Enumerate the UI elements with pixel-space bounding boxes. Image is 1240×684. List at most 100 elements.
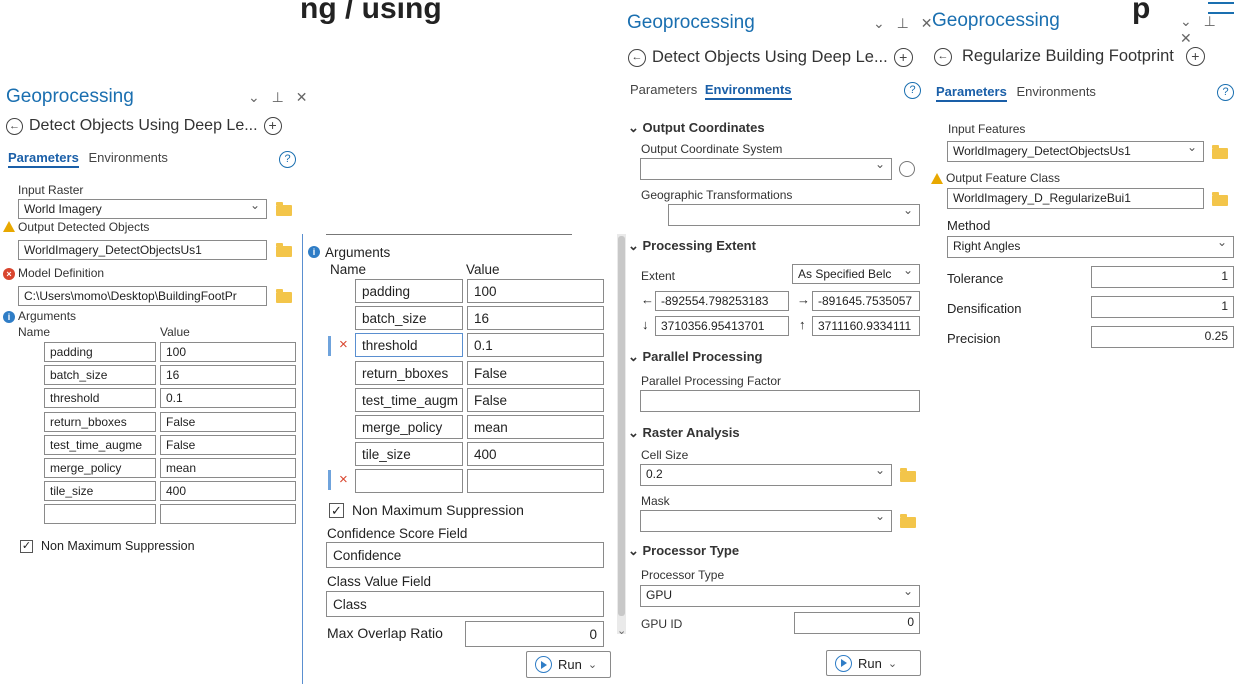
globe-icon[interactable]: [899, 161, 915, 177]
cell-size-select[interactable]: 0.2: [640, 464, 892, 486]
argument-name-cell[interactable]: return_bboxes: [355, 360, 463, 385]
folder-icon[interactable]: [900, 514, 916, 528]
argument-value-cell[interactable]: 100: [160, 342, 296, 362]
gpu-id-input[interactable]: 0: [794, 612, 920, 634]
run-button[interactable]: Run ⌄: [526, 651, 611, 678]
argument-value-cell[interactable]: 0.1: [160, 388, 296, 409]
model-definition-input[interactable]: C:\Users\momo\Desktop\BuildingFootPr: [18, 286, 267, 306]
add-icon[interactable]: +: [263, 117, 282, 135]
run-button[interactable]: Run ⌄: [826, 650, 921, 676]
tab-parameters[interactable]: Parameters: [8, 150, 79, 168]
argument-name-cell[interactable]: threshold: [44, 388, 156, 409]
argument-name-cell[interactable]: test_time_augme: [44, 434, 156, 455]
nms-checkbox[interactable]: ✓: [20, 540, 33, 553]
panel3-tool-name: Detect Objects Using Deep Le...: [652, 48, 888, 66]
processor-type-section[interactable]: ⌄ Processor Type: [628, 543, 739, 559]
help-icon[interactable]: ?: [279, 151, 296, 168]
input-raster-select[interactable]: World Imagery: [18, 199, 267, 219]
folder-icon[interactable]: [276, 202, 292, 216]
raster-analysis-section[interactable]: ⌄ Raster Analysis: [628, 425, 740, 441]
argument-name-cell[interactable]: merge_policy: [44, 458, 156, 478]
argument-value-cell[interactable]: mean: [467, 415, 604, 439]
scroll-down-icon[interactable]: ⌄: [617, 624, 626, 637]
argument-value-cell[interactable]: False: [467, 387, 604, 412]
argument-name-cell[interactable]: merge_policy: [355, 415, 463, 439]
extent-right-input[interactable]: -891645.7535057: [812, 291, 920, 311]
folder-icon[interactable]: [1212, 145, 1228, 159]
extent-top-input[interactable]: 3711160.9334111: [812, 316, 920, 336]
ppf-input[interactable]: [640, 390, 920, 412]
argument-name-cell[interactable]: return_bboxes: [44, 411, 156, 432]
argument-value-cell[interactable]: False: [467, 360, 604, 385]
argument-value-cell[interactable]: 100: [467, 279, 604, 303]
delete-row-icon[interactable]: ×: [339, 336, 348, 353]
densification-input[interactable]: 1: [1091, 296, 1234, 318]
argument-name-cell[interactable]: test_time_augm: [355, 387, 463, 412]
argument-value-cell[interactable]: [467, 469, 604, 494]
method-label: Method: [947, 218, 991, 233]
argument-value-cell[interactable]: False: [160, 434, 296, 455]
folder-icon[interactable]: [900, 468, 916, 482]
back-icon[interactable]: ←: [628, 48, 646, 67]
panel1-window-buttons[interactable]: ⌄ ⊥ ✕: [248, 89, 311, 106]
argument-name-cell[interactable]: [355, 469, 463, 494]
class-value-input[interactable]: Class: [326, 591, 604, 617]
panel4-window-buttons[interactable]: ⌄ ⊥ ✕: [1180, 13, 1240, 47]
tab-environments[interactable]: Environments: [88, 150, 167, 165]
help-icon[interactable]: ?: [904, 82, 921, 99]
argument-name-cell[interactable]: tile_size: [355, 442, 463, 467]
parallel-processing-section[interactable]: ⌄ Parallel Processing: [628, 349, 762, 365]
argument-value-cell[interactable]: False: [160, 411, 296, 432]
processing-extent-section[interactable]: ⌄ Processing Extent: [628, 238, 756, 254]
argument-value-cell[interactable]: 16: [467, 306, 604, 331]
argument-value-cell[interactable]: [160, 504, 296, 525]
input-features-select[interactable]: WorldImagery_DetectObjectsUs1: [947, 141, 1204, 162]
precision-input[interactable]: 0.25: [1091, 326, 1234, 348]
nms-label: Non Maximum Suppression: [41, 539, 195, 553]
folder-icon[interactable]: [276, 243, 292, 257]
output-coordinates-section[interactable]: ⌄ Output Coordinates: [628, 120, 765, 136]
scrollbar-thumb[interactable]: [618, 236, 625, 616]
help-icon[interactable]: ?: [1217, 84, 1234, 101]
argument-value-cell[interactable]: 0.1: [467, 333, 604, 358]
argument-name-cell[interactable]: [44, 504, 156, 525]
add-icon[interactable]: +: [893, 48, 913, 67]
tab-environments[interactable]: Environments: [704, 82, 792, 100]
back-icon[interactable]: ←: [6, 117, 23, 135]
method-select[interactable]: Right Angles: [947, 236, 1234, 258]
arrow-left-icon: ←: [641, 292, 654, 307]
argument-value-cell[interactable]: 400: [160, 481, 296, 502]
panel3-tool-header: ← Detect Objects Using Deep Le... +: [628, 48, 913, 67]
nms-checkbox[interactable]: ✓: [329, 503, 344, 518]
add-icon[interactable]: +: [1185, 47, 1205, 66]
argument-name-cell[interactable]: threshold: [355, 333, 463, 358]
ocs-select[interactable]: [640, 158, 892, 180]
mask-select[interactable]: [640, 510, 892, 532]
tab-parameters[interactable]: Parameters: [936, 84, 1007, 102]
folder-icon[interactable]: [1212, 192, 1228, 206]
delete-row-icon[interactable]: ×: [339, 471, 348, 488]
processor-type-select[interactable]: GPU: [640, 585, 920, 607]
tolerance-input[interactable]: 1: [1091, 266, 1234, 288]
extent-select[interactable]: As Specified Belc: [792, 264, 920, 284]
tab-parameters[interactable]: Parameters: [630, 82, 697, 97]
argument-value-cell[interactable]: 16: [160, 365, 296, 386]
confidence-input[interactable]: Confidence: [326, 542, 604, 568]
argument-name-cell[interactable]: tile_size: [44, 481, 156, 502]
argument-name-cell[interactable]: padding: [44, 342, 156, 362]
folder-icon[interactable]: [276, 289, 292, 303]
output-feature-class-input[interactable]: WorldImagery_D_RegularizeBui1: [947, 188, 1204, 209]
extent-left-input[interactable]: -892554.798253183: [655, 291, 789, 311]
output-objects-input[interactable]: WorldImagery_DetectObjectsUs1: [18, 240, 267, 260]
tab-environments[interactable]: Environments: [1016, 84, 1095, 99]
max-overlap-input[interactable]: 0: [465, 621, 604, 647]
argument-value-cell[interactable]: 400: [467, 442, 604, 467]
back-icon[interactable]: ←: [934, 47, 952, 66]
geo-transform-select[interactable]: [668, 204, 920, 226]
panel3-window-buttons[interactable]: ⌄ ⊥ ✕: [873, 15, 936, 32]
argument-value-cell[interactable]: mean: [160, 458, 296, 478]
argument-name-cell[interactable]: batch_size: [44, 365, 156, 386]
argument-name-cell[interactable]: batch_size: [355, 306, 463, 331]
argument-name-cell[interactable]: padding: [355, 279, 463, 303]
extent-bottom-input[interactable]: 3710356.95413701: [655, 316, 789, 336]
